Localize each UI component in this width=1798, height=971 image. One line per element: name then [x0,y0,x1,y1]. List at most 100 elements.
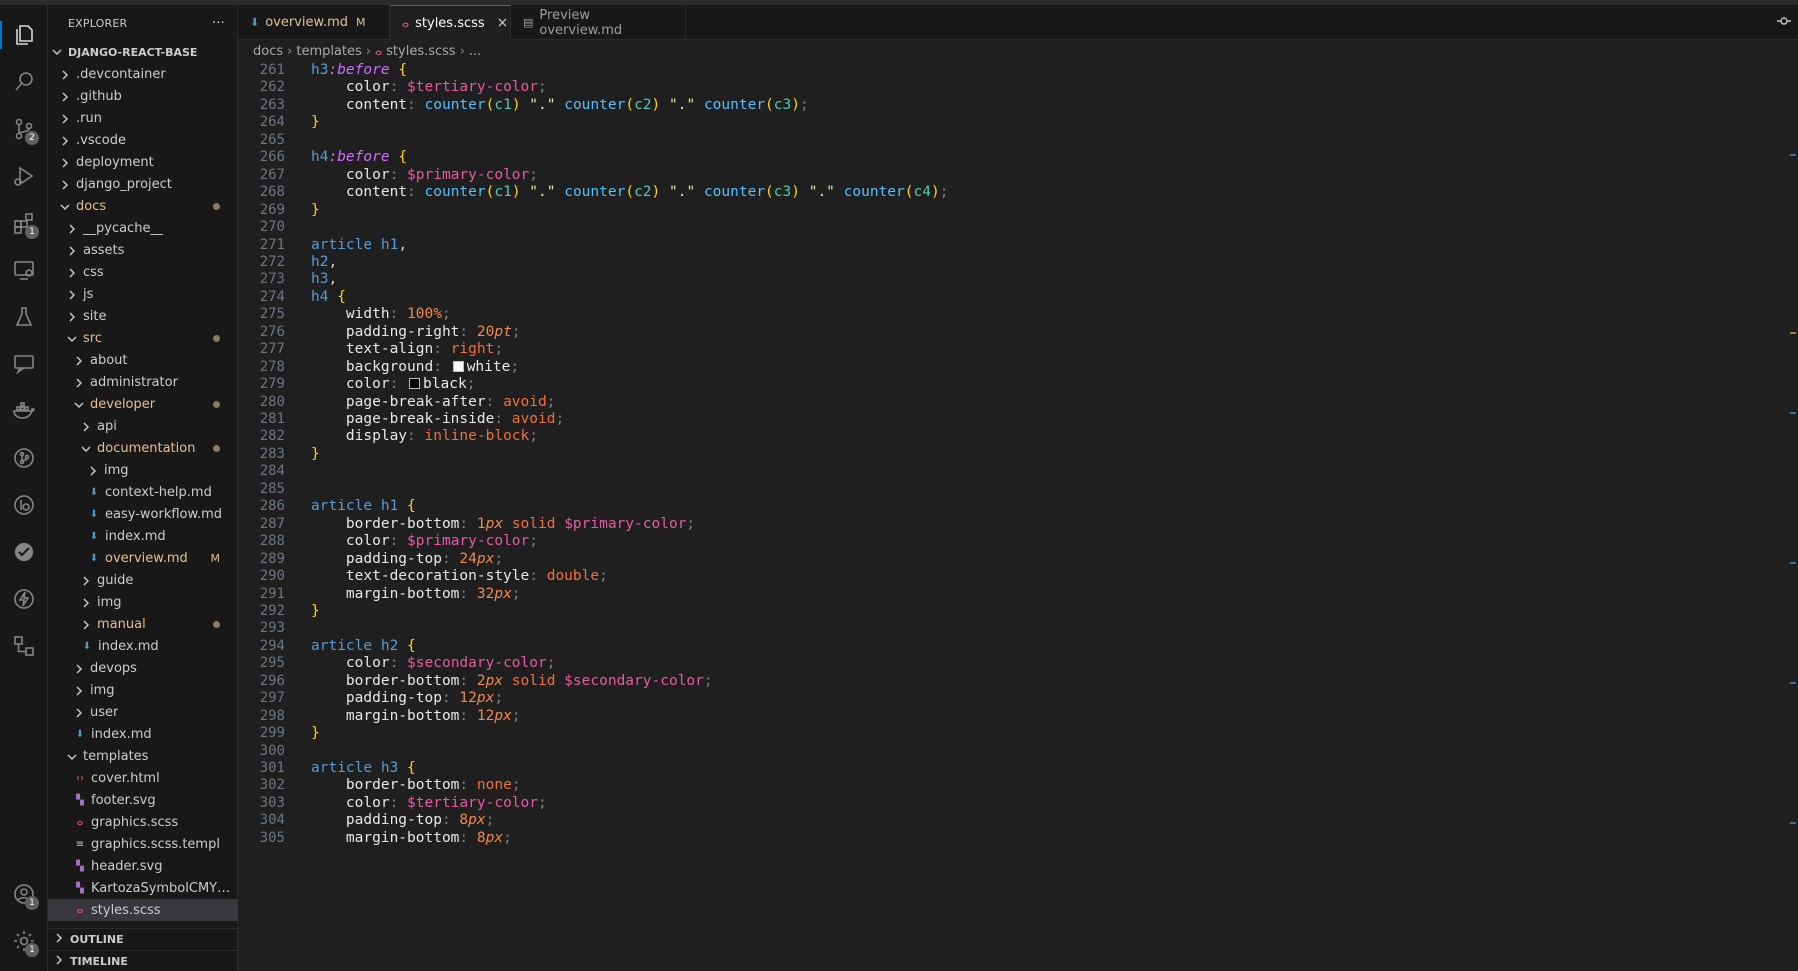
code-line[interactable]: text-align: right; [311,341,503,357]
file-item[interactable]: ⬇ index.md [48,723,238,745]
folder-item[interactable]: templates [48,745,238,767]
outline-section-header[interactable]: OUTLINE [48,928,238,950]
tab-overview-md[interactable]: ⬇ overview.md M [238,5,390,40]
extensions-icon[interactable]: 1 [0,201,48,245]
code-line[interactable]: article h1 { [311,498,416,514]
code-line[interactable]: } [311,603,320,619]
code-line[interactable]: color: $primary-color; [311,533,538,549]
folder-item[interactable]: assets [48,239,238,261]
file-item[interactable]: ⬇ easy-workflow.md [48,503,238,525]
folder-item[interactable]: img [48,591,238,613]
file-item[interactable]: ≡ graphics.scss.templ [48,833,238,855]
file-item[interactable]: ⬇ index.md [48,525,238,547]
color-swatch-icon[interactable] [409,378,421,390]
code-line[interactable]: margin-bottom: 8px; [311,830,512,846]
code-line[interactable]: padding-top: 8px; [311,812,494,828]
folder-item[interactable]: administrator [48,371,238,393]
folder-item[interactable]: about [48,349,238,371]
code-line[interactable]: padding-top: 24px; [311,551,503,567]
timeline-section-header[interactable]: TIMELINE [48,950,238,971]
comments-icon[interactable] [0,342,48,386]
check-icon[interactable] [0,530,48,574]
manage-gear-icon[interactable]: 1 [0,919,48,963]
code-line[interactable]: color: $secondary-color; [311,655,556,671]
code-line[interactable]: color: $tertiary-color; [311,79,547,95]
file-item[interactable]: ⴰ graphics.scss [48,811,238,833]
folder-item[interactable]: site [48,305,238,327]
docker-icon[interactable] [0,389,48,433]
file-item[interactable]: ⬇ context-help.md [48,481,238,503]
file-item[interactable]: ⬇ overview.md M [48,547,238,569]
run-debug-icon[interactable] [0,154,48,198]
code-line[interactable]: content: counter(c1) "." counter(c2) "."… [311,97,809,113]
code-line[interactable]: margin-bottom: 32px; [311,586,521,602]
accounts-icon[interactable]: 1 [0,872,48,916]
code-line[interactable]: h4:before { [311,149,407,165]
code-line[interactable]: background: white; [311,359,519,375]
code-line[interactable]: padding-top: 12px; [311,690,503,706]
code-line[interactable]: h3:before { [311,62,407,78]
code-line[interactable]: color: $tertiary-color; [311,795,547,811]
tab-close-button[interactable]: × [497,15,509,31]
folder-item[interactable]: img [48,679,238,701]
code-line[interactable]: width: 100%; [311,306,451,322]
split-editor-icon[interactable] [1776,13,1792,33]
code-editor[interactable]: 261 h3:before {262 color: $tertiary-color… [238,62,1798,971]
folder-item[interactable]: deployment [48,151,238,173]
breadcrumb-item[interactable]: templates [296,44,361,59]
workspace-root-folder[interactable]: DJANGO-REACT-BASE [48,41,238,63]
breadcrumb-item[interactable]: docs [253,44,283,59]
folder-item[interactable]: css [48,261,238,283]
tab-styles-scss[interactable]: ⴰ styles.scss × [390,5,511,40]
thunder-client-icon[interactable] [0,577,48,621]
code-line[interactable]: color: $primary-color; [311,167,538,183]
code-line[interactable]: } [311,446,320,462]
code-line[interactable]: h3, [311,271,337,287]
code-line[interactable]: content: counter(c1) "." counter(c2) "."… [311,184,949,200]
folder-item[interactable]: documentation [48,437,238,459]
testing-icon[interactable] [0,295,48,339]
explorer-icon[interactable] [0,13,48,57]
code-line[interactable]: text-decoration-style: double; [311,568,608,584]
folder-item[interactable]: manual [48,613,238,635]
folder-item[interactable]: src [48,327,238,349]
folder-item[interactable]: guide [48,569,238,591]
code-line[interactable]: display: inline-block; [311,428,538,444]
folder-item[interactable]: .run [48,107,238,129]
git-graph-icon[interactable] [0,436,48,480]
code-line[interactable]: h4 { [311,289,346,305]
remote-explorer-icon[interactable] [0,248,48,292]
code-line[interactable]: article h1, [311,237,407,253]
folder-item[interactable]: user [48,701,238,723]
folder-item[interactable]: django_project [48,173,238,195]
code-line[interactable]: article h3 { [311,760,416,776]
source-control-icon[interactable]: 2 [0,107,48,151]
database-connections-icon[interactable] [0,624,48,668]
folder-item[interactable]: js [48,283,238,305]
file-item[interactable]: ▚ header.svg [48,855,238,877]
code-line[interactable]: } [311,725,320,741]
code-line[interactable]: margin-bottom: 12px; [311,708,521,724]
file-item[interactable]: ‹› cover.html [48,767,238,789]
folder-item[interactable]: __pycache__ [48,217,238,239]
code-line[interactable]: article h2 { [311,638,416,654]
code-line[interactable]: h2, [311,254,337,270]
folder-item[interactable]: developer [48,393,238,415]
folder-item[interactable]: .vscode [48,129,238,151]
explorer-more-actions-button[interactable]: ··· [212,16,225,31]
folder-item[interactable]: docs [48,195,238,217]
breadcrumb-item[interactable]: ... [469,44,481,59]
folder-item[interactable]: .devcontainer [48,63,238,85]
code-line[interactable]: border-bottom: 1px solid $primary-color; [311,516,695,532]
color-swatch-icon[interactable] [452,360,464,372]
file-item[interactable]: ▚ footer.svg [48,789,238,811]
folder-item[interactable]: api [48,415,238,437]
folder-item[interactable]: .github [48,85,238,107]
folder-item[interactable]: devops [48,657,238,679]
folder-item[interactable]: img [48,459,238,481]
file-item[interactable]: ⴰ styles.scss [48,899,238,921]
file-item[interactable]: ⬇ index.md [48,635,238,657]
code-line[interactable]: color: black; [311,376,476,392]
breadcrumb-item[interactable]: styles.scss [386,44,456,59]
code-line[interactable]: padding-right: 20pt; [311,324,521,340]
